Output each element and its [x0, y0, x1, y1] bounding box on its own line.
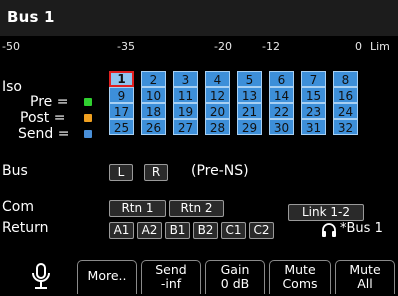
- channel-button-12[interactable]: 12: [205, 87, 230, 103]
- channel-button-7[interactable]: 7: [301, 71, 326, 87]
- pre-label: Pre =: [30, 94, 69, 110]
- channel-button-28[interactable]: 28: [205, 119, 230, 135]
- channel-button-5[interactable]: 5: [237, 71, 262, 87]
- bus-label: Bus: [2, 163, 28, 179]
- scale-label-minus20: -20: [214, 40, 232, 53]
- channel-button-9[interactable]: 9: [109, 87, 134, 103]
- more-softkey[interactable]: More..: [77, 260, 137, 294]
- send-color-swatch: [84, 130, 92, 138]
- headphones-icon: [321, 222, 337, 238]
- channel-button-10[interactable]: 10: [141, 87, 166, 103]
- post-label: Post =: [20, 110, 66, 126]
- channel-button-4[interactable]: 4: [205, 71, 230, 87]
- channel-button-22[interactable]: 22: [269, 103, 294, 119]
- bus-left-button[interactable]: L: [109, 164, 133, 181]
- send-softkey[interactable]: Send -inf: [141, 260, 201, 294]
- microphone-icon[interactable]: [30, 262, 52, 292]
- channel-button-23[interactable]: 23: [301, 103, 326, 119]
- channel-button-30[interactable]: 30: [269, 119, 294, 135]
- channel-button-31[interactable]: 31: [301, 119, 326, 135]
- channel-button-13[interactable]: 13: [237, 87, 262, 103]
- channel-button-3[interactable]: 3: [173, 71, 198, 87]
- page-title: Bus 1: [7, 8, 55, 26]
- channel-button-25[interactable]: 25: [109, 119, 134, 135]
- return-c2-button[interactable]: C2: [249, 222, 274, 239]
- pre-color-swatch: [84, 98, 92, 106]
- channel-button-15[interactable]: 15: [301, 87, 326, 103]
- channel-button-16[interactable]: 16: [333, 87, 358, 103]
- scale-label-minus12: -12: [262, 40, 280, 53]
- channel-button-14[interactable]: 14: [269, 87, 294, 103]
- channel-button-2[interactable]: 2: [141, 71, 166, 87]
- gain-softkey-value: 0 dB: [220, 276, 250, 291]
- send-softkey-value: -inf: [160, 276, 182, 291]
- channel-button-26[interactable]: 26: [141, 119, 166, 135]
- channel-button-32[interactable]: 32: [333, 119, 358, 135]
- scale-label-minus50: -50: [2, 40, 20, 53]
- scale-label-0: 0: [355, 40, 362, 53]
- channel-button-6[interactable]: 6: [269, 71, 294, 87]
- com-rtn1-button[interactable]: Rtn 1: [109, 200, 166, 217]
- link-button[interactable]: Link 1-2: [288, 204, 364, 221]
- channel-button-8[interactable]: 8: [333, 71, 358, 87]
- mute-all-softkey[interactable]: Mute All: [335, 260, 395, 294]
- bus-right-button[interactable]: R: [144, 164, 168, 181]
- iso-label: Iso: [2, 79, 22, 95]
- mute-coms-softkey-line1: Mute: [284, 262, 316, 277]
- scale-label-lim: Lim: [370, 40, 390, 53]
- return-a1-button[interactable]: A1: [109, 222, 134, 239]
- mute-all-softkey-line1: Mute: [349, 262, 381, 277]
- channel-button-1[interactable]: 1: [109, 71, 134, 87]
- return-a2-button[interactable]: A2: [137, 222, 162, 239]
- channel-button-11[interactable]: 11: [173, 87, 198, 103]
- return-b1-button[interactable]: B1: [165, 222, 190, 239]
- headphone-target-label: *Bus 1: [340, 221, 383, 236]
- send-softkey-label: Send: [155, 262, 187, 277]
- channel-button-24[interactable]: 24: [333, 103, 358, 119]
- send-label: Send =: [18, 126, 70, 142]
- return-c1-button[interactable]: C1: [221, 222, 246, 239]
- return-b2-button[interactable]: B2: [193, 222, 218, 239]
- channel-button-27[interactable]: 27: [173, 119, 198, 135]
- gain-softkey-label: Gain: [220, 262, 250, 277]
- scale-label-minus35: -35: [117, 40, 135, 53]
- gain-softkey[interactable]: Gain 0 dB: [205, 260, 265, 294]
- channel-button-20[interactable]: 20: [205, 103, 230, 119]
- channel-button-21[interactable]: 21: [237, 103, 262, 119]
- bus-mode-label: (Pre-NS): [191, 163, 249, 179]
- mute-all-softkey-line2: All: [357, 276, 373, 291]
- return-label: Return: [2, 220, 49, 236]
- channel-button-19[interactable]: 19: [173, 103, 198, 119]
- com-label: Com: [2, 199, 34, 215]
- com-rtn2-button[interactable]: Rtn 2: [169, 200, 224, 217]
- title-bar: Bus 1: [0, 0, 398, 36]
- mute-coms-softkey[interactable]: Mute Coms: [269, 260, 331, 294]
- channel-button-29[interactable]: 29: [237, 119, 262, 135]
- channel-button-17[interactable]: 17: [109, 103, 134, 119]
- channel-button-18[interactable]: 18: [141, 103, 166, 119]
- post-color-swatch: [84, 114, 92, 122]
- mute-coms-softkey-line2: Coms: [282, 276, 318, 291]
